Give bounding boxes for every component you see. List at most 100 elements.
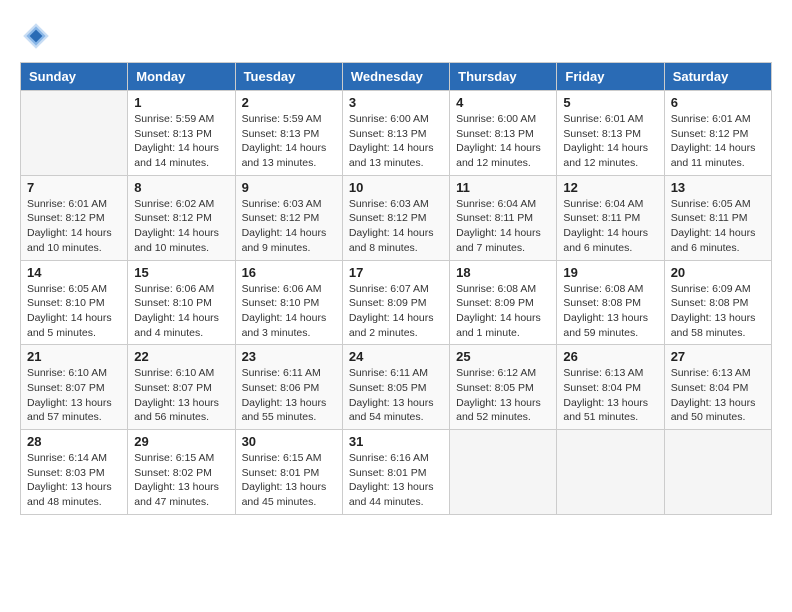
day-info: Sunrise: 6:15 AM Sunset: 8:01 PM Dayligh… <box>242 451 336 510</box>
day-info: Sunrise: 6:15 AM Sunset: 8:02 PM Dayligh… <box>134 451 228 510</box>
day-info: Sunrise: 6:06 AM Sunset: 8:10 PM Dayligh… <box>242 282 336 341</box>
day-info: Sunrise: 6:10 AM Sunset: 8:07 PM Dayligh… <box>27 366 121 425</box>
day-number: 3 <box>349 95 443 110</box>
day-number: 14 <box>27 265 121 280</box>
day-cell <box>664 430 771 515</box>
day-info: Sunrise: 6:05 AM Sunset: 8:10 PM Dayligh… <box>27 282 121 341</box>
day-info: Sunrise: 6:03 AM Sunset: 8:12 PM Dayligh… <box>349 197 443 256</box>
day-info: Sunrise: 6:13 AM Sunset: 8:04 PM Dayligh… <box>563 366 657 425</box>
day-cell: 24Sunrise: 6:11 AM Sunset: 8:05 PM Dayli… <box>342 345 449 430</box>
day-cell <box>557 430 664 515</box>
day-cell: 30 Sunrise: 6:15 AM Sunset: 8:01 PM Dayli… <box>235 430 342 515</box>
day-cell: 12 Sunrise: 6:04 AM Sunset: 8:11 PM Dayli… <box>557 175 664 260</box>
day-number: 11 <box>456 180 550 195</box>
day-cell: 21 Sunrise: 6:10 AM Sunset: 8:07 PM Dayli… <box>21 345 128 430</box>
day-number: 15 <box>134 265 228 280</box>
day-number: 17 <box>349 265 443 280</box>
day-info: Sunrise: 6:11 AM Sunset: 8:06 PM Dayligh… <box>242 366 336 425</box>
day-info: Sunrise: 6:04 AM Sunset: 8:11 PM Dayligh… <box>456 197 550 256</box>
day-cell: 3 Sunrise: 6:00 AM Sunset: 8:13 PM Daylig… <box>342 91 449 176</box>
day-number: 6 <box>671 95 765 110</box>
day-cell: 9Sunrise: 6:03 AM Sunset: 8:12 PM Daylig… <box>235 175 342 260</box>
day-cell <box>21 91 128 176</box>
day-cell: 5 Sunrise: 6:01 AM Sunset: 8:13 PM Daylig… <box>557 91 664 176</box>
day-number: 18 <box>456 265 550 280</box>
day-cell <box>450 430 557 515</box>
day-cell: 25 Sunrise: 6:12 AM Sunset: 8:05 PM Dayli… <box>450 345 557 430</box>
page-header <box>20 20 772 52</box>
day-number: 27 <box>671 349 765 364</box>
day-info: Sunrise: 6:02 AM Sunset: 8:12 PM Dayligh… <box>134 197 228 256</box>
weekday-header-tuesday: Tuesday <box>235 63 342 91</box>
day-number: 7 <box>27 180 121 195</box>
day-info: Sunrise: 6:16 AM Sunset: 8:01 PM Dayligh… <box>349 451 443 510</box>
day-info: Sunrise: 6:09 AM Sunset: 8:08 PM Dayligh… <box>671 282 765 341</box>
week-row-5: 28 Sunrise: 6:14 AM Sunset: 8:03 PM Dayli… <box>21 430 772 515</box>
day-cell: 22Sunrise: 6:10 AM Sunset: 8:07 PM Dayli… <box>128 345 235 430</box>
week-row-1: 1 Sunrise: 5:59 AM Sunset: 8:13 PM Daylig… <box>21 91 772 176</box>
day-number: 5 <box>563 95 657 110</box>
day-cell: 17Sunrise: 6:07 AM Sunset: 8:09 PM Dayli… <box>342 260 449 345</box>
weekday-header-thursday: Thursday <box>450 63 557 91</box>
day-cell: 13Sunrise: 6:05 AM Sunset: 8:11 PM Dayli… <box>664 175 771 260</box>
day-cell: 23Sunrise: 6:11 AM Sunset: 8:06 PM Dayli… <box>235 345 342 430</box>
day-info: Sunrise: 5:59 AM Sunset: 8:13 PM Dayligh… <box>242 112 336 171</box>
day-info: Sunrise: 5:59 AM Sunset: 8:13 PM Dayligh… <box>134 112 228 171</box>
day-cell: 4 Sunrise: 6:00 AM Sunset: 8:13 PM Daylig… <box>450 91 557 176</box>
day-info: Sunrise: 6:12 AM Sunset: 8:05 PM Dayligh… <box>456 366 550 425</box>
day-cell: 15 Sunrise: 6:06 AM Sunset: 8:10 PM Dayli… <box>128 260 235 345</box>
day-info: Sunrise: 6:01 AM Sunset: 8:13 PM Dayligh… <box>563 112 657 171</box>
day-cell: 20 Sunrise: 6:09 AM Sunset: 8:08 PM Dayli… <box>664 260 771 345</box>
week-row-2: 7 Sunrise: 6:01 AM Sunset: 8:12 PM Daylig… <box>21 175 772 260</box>
logo <box>20 20 54 52</box>
weekday-header-friday: Friday <box>557 63 664 91</box>
day-number: 8 <box>134 180 228 195</box>
day-number: 16 <box>242 265 336 280</box>
weekday-header-monday: Monday <box>128 63 235 91</box>
day-number: 30 <box>242 434 336 449</box>
day-number: 24 <box>349 349 443 364</box>
day-cell: 19 Sunrise: 6:08 AM Sunset: 8:08 PM Dayli… <box>557 260 664 345</box>
day-number: 12 <box>563 180 657 195</box>
day-number: 10 <box>349 180 443 195</box>
day-number: 2 <box>242 95 336 110</box>
day-info: Sunrise: 6:10 AM Sunset: 8:07 PM Dayligh… <box>134 366 228 425</box>
day-number: 25 <box>456 349 550 364</box>
day-cell: 6 Sunrise: 6:01 AM Sunset: 8:12 PM Daylig… <box>664 91 771 176</box>
day-number: 19 <box>563 265 657 280</box>
weekday-header-wednesday: Wednesday <box>342 63 449 91</box>
day-number: 26 <box>563 349 657 364</box>
day-cell: 2 Sunrise: 5:59 AM Sunset: 8:13 PM Daylig… <box>235 91 342 176</box>
day-info: Sunrise: 6:01 AM Sunset: 8:12 PM Dayligh… <box>27 197 121 256</box>
day-info: Sunrise: 6:08 AM Sunset: 8:08 PM Dayligh… <box>563 282 657 341</box>
day-cell: 28 Sunrise: 6:14 AM Sunset: 8:03 PM Dayli… <box>21 430 128 515</box>
day-info: Sunrise: 6:06 AM Sunset: 8:10 PM Dayligh… <box>134 282 228 341</box>
week-row-3: 14 Sunrise: 6:05 AM Sunset: 8:10 PM Dayli… <box>21 260 772 345</box>
weekday-header-row: SundayMondayTuesdayWednesdayThursdayFrid… <box>21 63 772 91</box>
day-cell: 11 Sunrise: 6:04 AM Sunset: 8:11 PM Dayli… <box>450 175 557 260</box>
day-cell: 27 Sunrise: 6:13 AM Sunset: 8:04 PM Dayli… <box>664 345 771 430</box>
day-number: 21 <box>27 349 121 364</box>
day-cell: 26 Sunrise: 6:13 AM Sunset: 8:04 PM Dayli… <box>557 345 664 430</box>
day-cell: 10 Sunrise: 6:03 AM Sunset: 8:12 PM Dayli… <box>342 175 449 260</box>
day-cell: 7 Sunrise: 6:01 AM Sunset: 8:12 PM Daylig… <box>21 175 128 260</box>
week-row-4: 21 Sunrise: 6:10 AM Sunset: 8:07 PM Dayli… <box>21 345 772 430</box>
day-number: 1 <box>134 95 228 110</box>
day-number: 9 <box>242 180 336 195</box>
day-info: Sunrise: 6:08 AM Sunset: 8:09 PM Dayligh… <box>456 282 550 341</box>
day-cell: 14 Sunrise: 6:05 AM Sunset: 8:10 PM Dayli… <box>21 260 128 345</box>
day-info: Sunrise: 6:00 AM Sunset: 8:13 PM Dayligh… <box>349 112 443 171</box>
day-cell: 31 Sunrise: 6:16 AM Sunset: 8:01 PM Dayli… <box>342 430 449 515</box>
day-info: Sunrise: 6:04 AM Sunset: 8:11 PM Dayligh… <box>563 197 657 256</box>
day-number: 4 <box>456 95 550 110</box>
weekday-header-sunday: Sunday <box>21 63 128 91</box>
day-number: 28 <box>27 434 121 449</box>
day-number: 20 <box>671 265 765 280</box>
day-info: Sunrise: 6:14 AM Sunset: 8:03 PM Dayligh… <box>27 451 121 510</box>
day-cell: 8 Sunrise: 6:02 AM Sunset: 8:12 PM Daylig… <box>128 175 235 260</box>
day-info: Sunrise: 6:01 AM Sunset: 8:12 PM Dayligh… <box>671 112 765 171</box>
day-number: 31 <box>349 434 443 449</box>
day-info: Sunrise: 6:00 AM Sunset: 8:13 PM Dayligh… <box>456 112 550 171</box>
day-info: Sunrise: 6:05 AM Sunset: 8:11 PM Dayligh… <box>671 197 765 256</box>
day-info: Sunrise: 6:13 AM Sunset: 8:04 PM Dayligh… <box>671 366 765 425</box>
